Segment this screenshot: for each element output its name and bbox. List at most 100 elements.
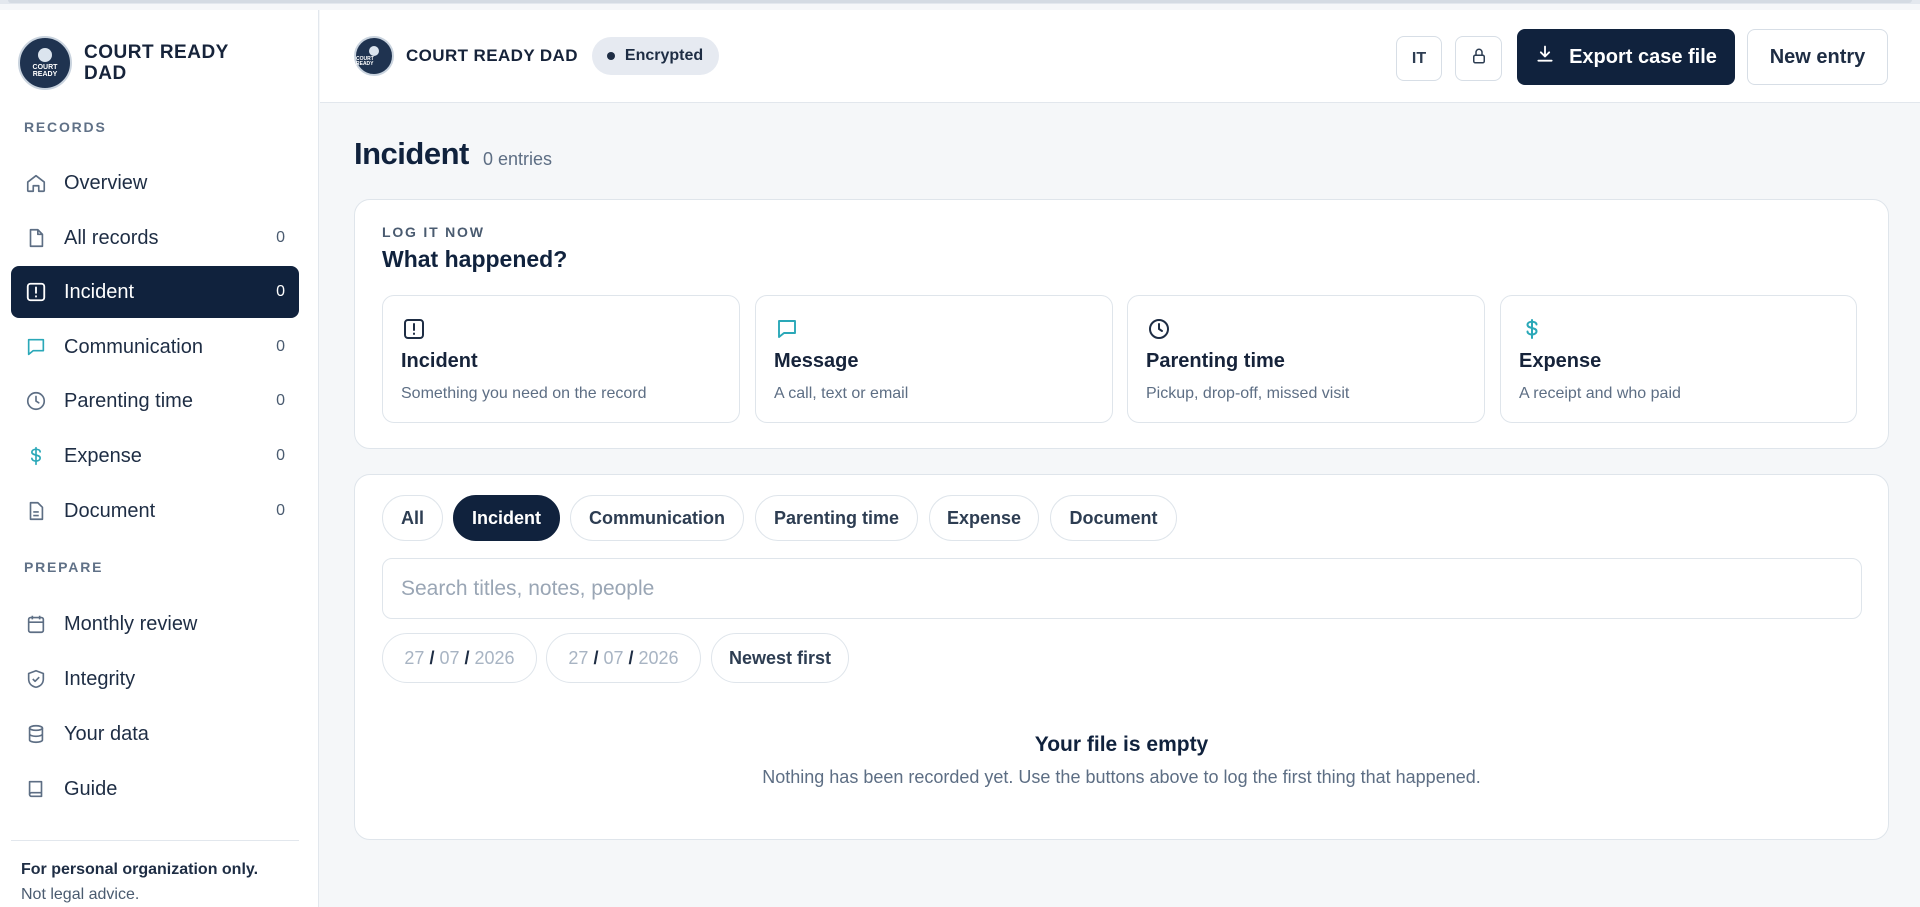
shield-check-icon — [25, 668, 47, 690]
sidebar-item-label: Guide — [64, 777, 118, 800]
lock-icon — [1470, 46, 1488, 71]
sidebar-item-document[interactable]: Document 0 — [11, 485, 299, 537]
book-icon — [25, 778, 47, 800]
document-icon — [25, 500, 47, 522]
sidebar-item-label: Your data — [64, 722, 149, 745]
clock-icon — [1146, 316, 1172, 342]
filter-chip-document[interactable]: Document — [1050, 495, 1177, 541]
sidebar-item-label: Parenting time — [64, 389, 193, 412]
date-to-input[interactable]: 27/07/2026 — [546, 633, 701, 683]
date-month: 07 — [439, 647, 460, 668]
export-case-file-button[interactable]: Export case file — [1517, 29, 1735, 85]
sidebar-item-label: Incident — [64, 280, 135, 303]
dollar-icon — [1519, 316, 1545, 342]
records-section-label: RECORDS — [24, 119, 107, 135]
brand-logo: COURT READY — [18, 36, 72, 90]
tile-title: Message — [774, 350, 859, 372]
date-month: 07 — [603, 647, 624, 668]
sidebar-item-label: All records — [64, 226, 159, 249]
sidebar-item-count: 0 — [276, 283, 285, 300]
alert-square-icon — [25, 281, 47, 303]
download-icon — [1535, 44, 1569, 70]
date-day: 27 — [404, 647, 425, 668]
tile-subtitle: Pickup, drop-off, missed visit — [1146, 385, 1350, 402]
sidebar-brand[interactable]: COURT READY COURT READY DAD — [18, 36, 254, 90]
sidebar-item-overview[interactable]: Overview — [11, 157, 299, 209]
encrypted-badge: Encrypted — [591, 37, 720, 75]
disclaimer-title: For personal organization only. — [21, 861, 259, 878]
date-year: 2026 — [638, 647, 679, 668]
log-heading: What happened? — [382, 246, 568, 272]
entry-count: 0 entries — [483, 149, 553, 169]
sidebar-item-count: 0 — [276, 338, 285, 355]
log-it-now-card: LOG IT NOW What happened? Incident Somet… — [354, 199, 1889, 449]
sidebar-item-communication[interactable]: Communication 0 — [11, 321, 299, 373]
export-label: Export case file — [1569, 45, 1717, 68]
sidebar: COURT READY COURT READY DAD RECORDS Over… — [0, 10, 319, 907]
tile-subtitle: Something you need on the record — [401, 385, 647, 402]
sidebar-item-label: Monthly review — [64, 612, 198, 635]
log-kicker: LOG IT NOW — [382, 224, 485, 240]
date-from-input[interactable]: 27/07/2026 — [382, 633, 537, 683]
header-brand-name: COURT READY DAD — [406, 46, 578, 65]
sidebar-item-all-records[interactable]: All records 0 — [11, 212, 299, 264]
alert-square-icon — [401, 316, 427, 342]
sidebar-item-expense[interactable]: Expense 0 — [11, 430, 299, 482]
log-tile-incident[interactable]: Incident Something you need on the recor… — [382, 295, 740, 423]
window-top-edge — [0, 0, 1920, 4]
sidebar-item-count: 0 — [276, 229, 285, 246]
brand-name: COURT READY DAD — [84, 42, 229, 84]
sort-order-button[interactable]: Newest first — [711, 633, 849, 683]
lock-button[interactable] — [1455, 36, 1502, 81]
tile-subtitle: A call, text or email — [774, 385, 909, 402]
sidebar-item-label: Document — [64, 499, 156, 522]
sidebar-item-label: Integrity — [64, 667, 136, 690]
tile-title: Incident — [401, 350, 478, 372]
page-title: Incident — [354, 136, 469, 171]
sidebar-item-parenting-time[interactable]: Parenting time 0 — [11, 375, 299, 427]
search-input[interactable] — [382, 558, 1862, 619]
top-header: COURT READY COURT READY DAD Encrypted IT… — [320, 10, 1920, 103]
sidebar-item-monthly-review[interactable]: Monthly review — [11, 598, 299, 650]
badge-label: Encrypted — [624, 47, 704, 64]
filter-chip-expense[interactable]: Expense — [929, 495, 1039, 541]
empty-state-text: Nothing has been recorded yet. Use the b… — [762, 767, 1481, 787]
log-tile-expense[interactable]: Expense A receipt and who paid — [1500, 295, 1857, 423]
filter-chip-communication[interactable]: Communication — [570, 495, 744, 541]
dollar-icon — [25, 445, 47, 467]
database-icon — [25, 723, 47, 745]
sidebar-item-integrity[interactable]: Integrity — [11, 653, 299, 705]
filter-chip-all[interactable]: All — [382, 495, 443, 541]
status-dot — [606, 52, 615, 60]
sidebar-item-your-data[interactable]: Your data — [11, 708, 299, 760]
sidebar-divider — [11, 840, 299, 841]
log-tile-message[interactable]: Message A call, text or email — [755, 295, 1113, 423]
sidebar-item-count: 0 — [276, 502, 285, 519]
file-icon — [25, 227, 47, 249]
tile-title: Parenting time — [1146, 350, 1285, 372]
filter-chip-parenting-time[interactable]: Parenting time — [755, 495, 918, 541]
date-day: 27 — [568, 647, 589, 668]
log-tile-parenting-time[interactable]: Parenting time Pickup, drop-off, missed … — [1127, 295, 1485, 423]
empty-state-title: Your file is empty — [1034, 733, 1209, 756]
tile-subtitle: A receipt and who paid — [1519, 385, 1681, 402]
sidebar-item-guide[interactable]: Guide — [11, 763, 299, 815]
sidebar-item-count: 0 — [276, 447, 285, 464]
filter-chip-incident[interactable]: Incident — [453, 495, 560, 541]
records-list-card: All Incident Communication Parenting tim… — [354, 474, 1889, 840]
sidebar-item-label: Expense — [64, 444, 142, 467]
sidebar-item-label: Communication — [64, 335, 203, 358]
logo-text: COURT READY — [32, 63, 58, 78]
header-brand: COURT READY COURT READY DAD Encrypted — [354, 36, 720, 76]
calendar-icon — [25, 613, 47, 635]
logo-text: COURT READY — [356, 55, 374, 67]
home-icon — [25, 172, 47, 194]
sidebar-item-count: 0 — [276, 392, 285, 409]
prepare-section-label: PREPARE — [24, 559, 104, 575]
new-entry-button[interactable]: New entry — [1747, 29, 1888, 85]
sidebar-item-incident[interactable]: Incident 0 — [11, 266, 299, 318]
clock-icon — [25, 390, 47, 412]
language-button[interactable]: IT — [1396, 36, 1442, 81]
sidebar-item-label: Overview — [64, 171, 148, 194]
disclaimer-text: Not legal advice. — [21, 886, 140, 903]
